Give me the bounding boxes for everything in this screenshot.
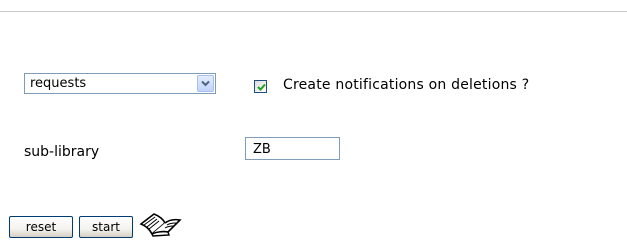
sub-library-input[interactable] [245, 137, 340, 160]
notify-deletions-label: Create notifications on deletions ? [283, 77, 530, 93]
checkmark-icon [257, 83, 266, 91]
sub-library-label: sub-library [24, 144, 100, 160]
request-type-selected-value: requests [30, 76, 87, 91]
request-type-select[interactable]: requests [24, 73, 216, 94]
start-button[interactable]: start [79, 216, 133, 238]
open-book-icon[interactable] [138, 210, 184, 238]
top-divider [0, 11, 627, 13]
notify-deletions-checkbox[interactable] [254, 80, 267, 93]
reset-button[interactable]: reset [9, 216, 73, 238]
chevron-down-icon[interactable] [197, 75, 214, 92]
